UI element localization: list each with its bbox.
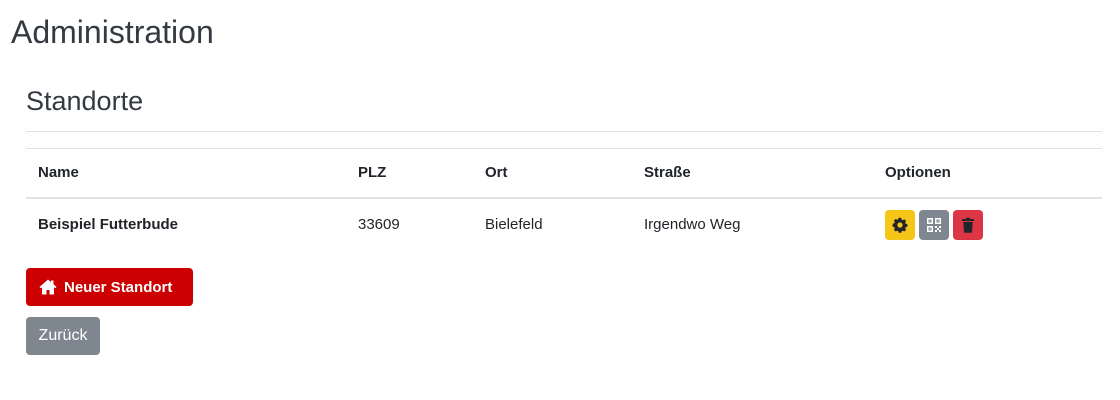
back-label: Zurück (38, 327, 88, 344)
edit-settings-button[interactable] (885, 210, 915, 240)
cell-options (873, 198, 1102, 250)
delete-button[interactable] (953, 210, 983, 240)
back-button[interactable]: Zurück (26, 317, 100, 355)
cell-name: Beispiel Futterbude (38, 215, 179, 233)
cell-plz: 33609 (358, 215, 400, 233)
column-header-name: Name (26, 148, 346, 199)
qrcode-button[interactable] (919, 210, 949, 240)
table-header-row: Name PLZ Ort Straße Optionen (26, 148, 1102, 199)
qrcode-icon (927, 218, 941, 232)
home-icon (39, 279, 57, 295)
cell-strasse: Irgendwo Weg (644, 215, 741, 233)
trash-icon (962, 217, 974, 233)
column-header-ort: Ort (473, 148, 632, 199)
cell-ort: Bielefeld (485, 215, 543, 233)
locations-table: Name PLZ Ort Straße Optionen Beispiel Fu… (26, 148, 1102, 250)
section-title: Standorte (26, 86, 144, 116)
column-header-plz: PLZ (346, 148, 473, 199)
column-header-optionen: Optionen (873, 148, 1102, 199)
page-title: Administration (11, 14, 214, 50)
table-row: Beispiel Futterbude 33609 Bielefeld Irge… (26, 198, 1102, 250)
new-location-button[interactable]: Neuer Standort (26, 268, 193, 306)
gear-icon (892, 217, 908, 233)
new-location-label: Neuer Standort (64, 278, 173, 296)
section-divider (26, 131, 1102, 132)
column-header-strasse: Straße (632, 148, 873, 199)
